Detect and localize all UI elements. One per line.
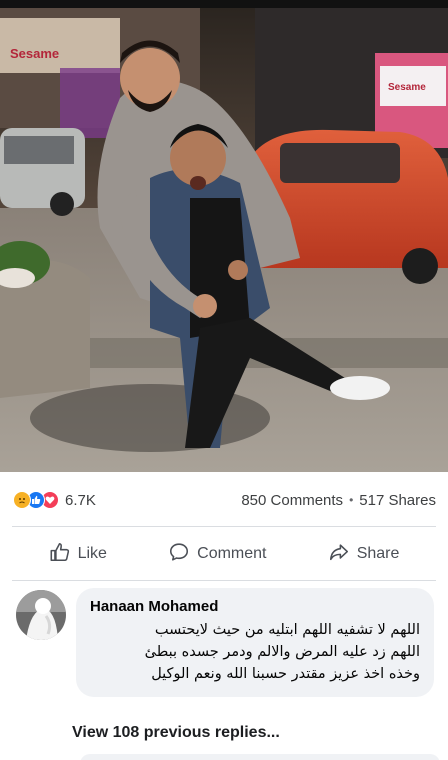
reaction-count: 6.7K [65,491,96,509]
share-arrow-icon [328,541,350,568]
comment-item: Hanaan Mohamed اللهم لا تشفيه اللهم ابتل… [16,588,440,697]
stats-separator: • [349,493,354,507]
next-comment-bubble [80,754,440,760]
comment-label: Comment [197,545,267,562]
sad-react-icon [13,491,31,509]
post-action-bar: Like Comment Share [0,530,448,578]
like-label: Like [77,545,107,562]
view-previous-replies-link[interactable]: View 108 previous replies... [72,724,280,742]
comment-bubble: Hanaan Mohamed اللهم لا تشفيه اللهم ابتل… [76,588,434,697]
comment-line: اللهم لا تشفيه اللهم ابتليه من حيث لايحت… [154,622,420,638]
sign-left: Sesame [10,46,59,61]
top-edge [0,0,448,8]
divider-bottom [12,580,436,581]
divider-top [12,526,436,527]
avatar[interactable] [16,590,66,640]
shares-count[interactable]: 517 Shares [359,492,436,509]
speech-bubble-icon [168,541,190,568]
comment-body: اللهم لا تشفيه اللهم ابتليه من حيث لايحت… [90,619,420,685]
share-button[interactable]: Share [314,535,414,574]
share-label: Share [356,545,400,562]
comments-count[interactable]: 850 Comments [241,492,343,509]
comment-author[interactable]: Hanaan Mohamed [90,598,420,615]
reactions-summary[interactable]: 6.7K [13,491,96,509]
post-photo[interactable]: Sesame Sesame [0,8,448,472]
comment-line: وخذه اخذ عزيز مقتدر حسبنا الله ونعم الوك… [151,666,420,682]
post-stats: 6.7K 850 Comments • 517 Shares [0,478,448,522]
sign-right: Sesame [388,82,426,93]
comment-button[interactable]: Comment [154,535,280,574]
photo-illustration: Sesame Sesame [0,8,448,472]
like-button[interactable]: Like [35,535,121,574]
thumbs-up-icon [49,541,71,568]
comment-line: اللهم زد عليه المرض والالم ودمر جسده ببط… [144,644,420,660]
